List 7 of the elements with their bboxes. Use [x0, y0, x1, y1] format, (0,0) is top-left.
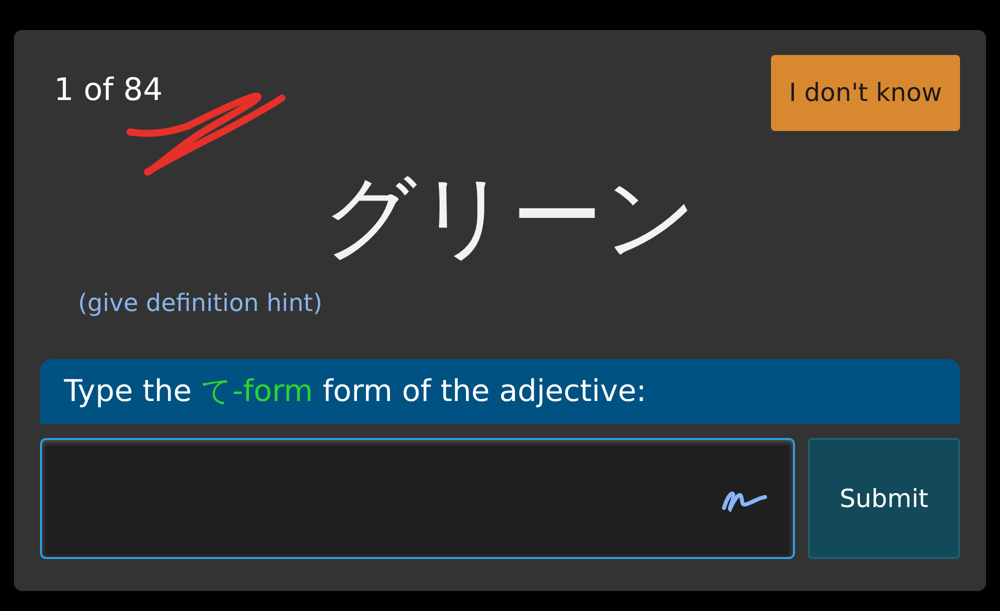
prompt-text: Type the て-form form of the adjective: — [64, 373, 646, 411]
submit-button[interactable]: Submit — [808, 438, 960, 559]
vocabulary-word: グリーン — [322, 171, 697, 263]
hint-link[interactable]: (give definition hint) — [78, 289, 322, 317]
progress-counter: 1 of 84 — [54, 75, 163, 106]
answer-field[interactable] — [40, 438, 795, 559]
dont-know-button[interactable]: I don't know — [771, 55, 960, 131]
